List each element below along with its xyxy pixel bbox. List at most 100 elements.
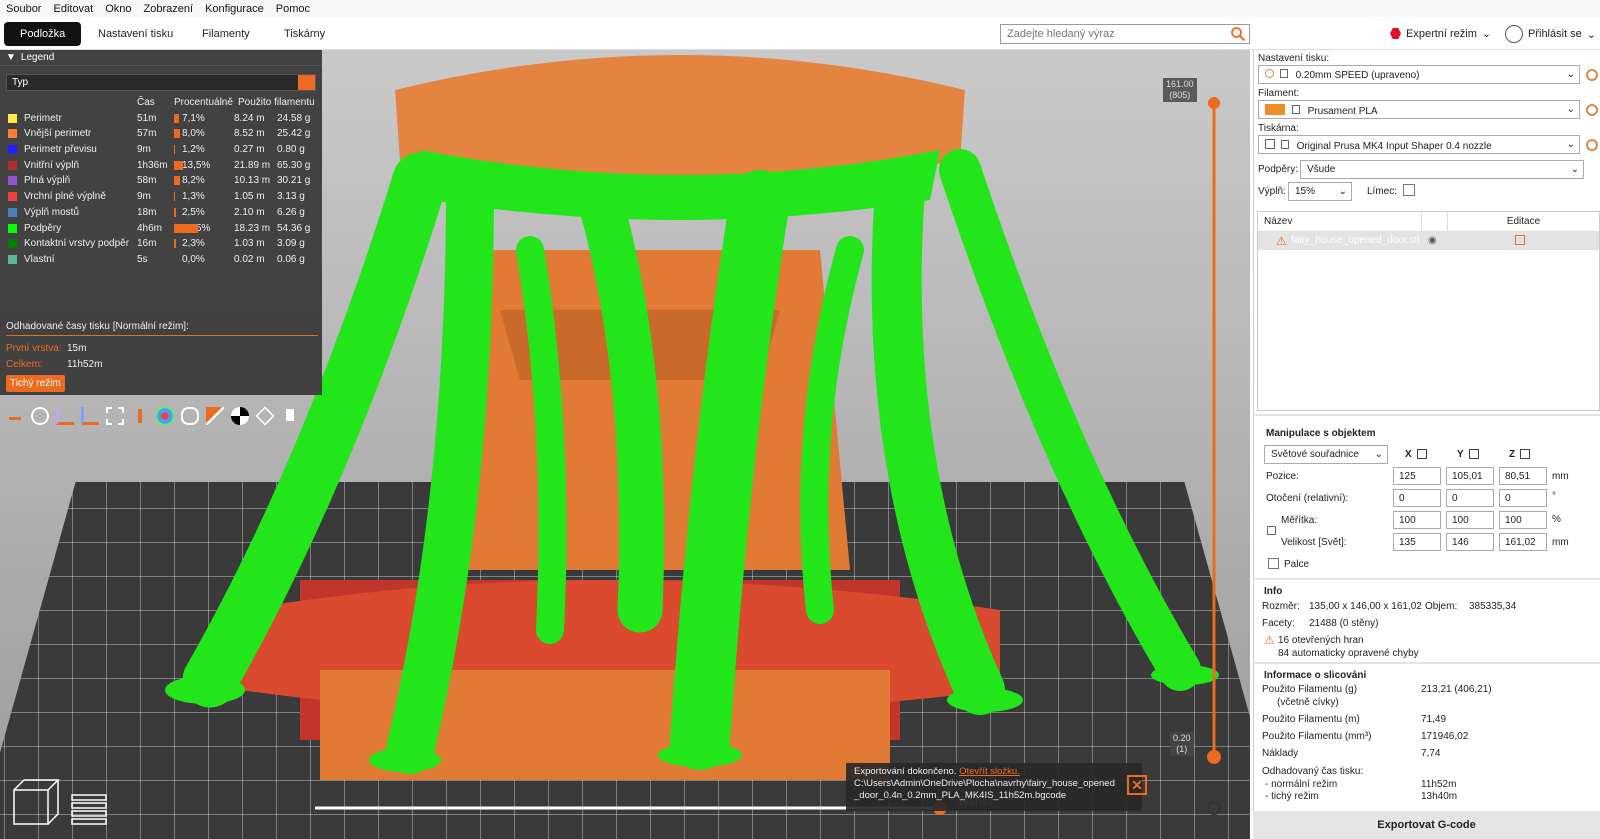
lock-scale-icon[interactable] — [1267, 526, 1276, 535]
drop-to-bed-y-icon[interactable] — [1469, 449, 1479, 459]
scale-x-input[interactable]: 100 — [1393, 511, 1441, 529]
menu-help[interactable]: Pomoc — [270, 3, 316, 15]
normal-mode-label: - normální režim — [1265, 779, 1338, 790]
legend-col-used: Použito filamentu — [238, 97, 315, 108]
filament-edit-icon[interactable] — [1586, 104, 1598, 116]
print-settings-edit-icon[interactable] — [1586, 69, 1598, 81]
legend-row[interactable]: Výplň mostů 18m 2,5% 2.10 m 6.26 g — [6, 205, 318, 221]
legend-row[interactable]: Vnitřní výplň 1h36m 13,5% 21.89 m 65.30 g — [6, 158, 318, 174]
brim-checkbox[interactable] — [1403, 184, 1415, 196]
rotation-y-input[interactable]: 0 — [1446, 489, 1494, 507]
size-y-input[interactable]: 146 — [1446, 533, 1494, 551]
legend-row[interactable]: Vlastní 5s 0,0% 0.02 m 0.06 g — [6, 252, 318, 268]
search-input[interactable] — [1000, 24, 1250, 44]
legend-row[interactable]: Podpěry4h6m34,5%18.23 m54.36 g — [6, 221, 318, 237]
bottom-slider-handle[interactable] — [1207, 750, 1221, 764]
legend-row[interactable]: Perimetr převisu 9m 1,2% 0.27 m 0.80 g — [6, 142, 318, 158]
infill-combo[interactable]: 15% ⌄ — [1288, 182, 1352, 201]
first-layer-value: 15m — [67, 343, 87, 354]
position-y-input[interactable]: 105,01 — [1446, 467, 1494, 485]
legend-select-value: Typ — [12, 77, 29, 88]
center-of-gravity-icon[interactable] — [231, 407, 249, 425]
printer-icon — [1265, 139, 1275, 149]
tool-changes-icon[interactable] — [131, 407, 149, 425]
tab-plater[interactable]: Podložka — [4, 22, 82, 46]
printer-edit-icon[interactable] — [1586, 139, 1598, 151]
menu-window[interactable]: Okno — [99, 3, 137, 15]
legend-header[interactable]: ▼ Legend — [0, 50, 322, 66]
legend-row[interactable]: Vrchní plné výplně 9m 1,3% 1.05 m 3.13 g — [6, 189, 318, 205]
menu-bar: Soubor Editovat Okno Zobrazení Konfigura… — [0, 0, 1600, 17]
dims-label: Rozměr: — [1262, 601, 1300, 612]
pause-prints-icon[interactable] — [181, 407, 199, 425]
retractions-icon[interactable] — [56, 407, 74, 425]
rotation-z-input[interactable]: 0 — [1499, 489, 1547, 507]
filament-combo[interactable]: Prusament PLA ⌄ — [1258, 100, 1580, 119]
menu-view[interactable]: Zobrazení — [138, 3, 200, 15]
custom-gcodes-icon[interactable] — [206, 407, 224, 425]
menu-config[interactable]: Konfigurace — [199, 3, 270, 15]
filament-color-swatch — [1265, 104, 1285, 115]
menu-edit[interactable]: Editovat — [47, 3, 99, 15]
drop-to-bed-x-icon[interactable] — [1417, 449, 1427, 459]
wipe-icon[interactable] — [31, 407, 49, 425]
visibility-eye-icon[interactable]: ◉ — [1428, 235, 1437, 246]
mode-selector[interactable]: Expertní režim ⌄ — [1390, 27, 1491, 40]
edit-settings-icon[interactable] — [1515, 235, 1525, 245]
top-slider-handle[interactable] — [1208, 97, 1220, 109]
coordinate-system-select[interactable]: Světové souřadnice ⌄ — [1264, 445, 1388, 464]
login-button[interactable]: Přihlásit se ⌄ — [1505, 25, 1596, 43]
slider-settings-icon[interactable] — [1207, 801, 1221, 815]
legend-color-swatch — [8, 176, 17, 186]
eject-close-icon[interactable]: ✕ — [1127, 775, 1147, 795]
supports-combo[interactable]: Všude ⌄ — [1300, 160, 1584, 179]
object-name: fairy_house_opened_door.stl — [1291, 235, 1420, 246]
legend-row[interactable]: Vnější perimetr 57m 8,0% 8.52 m 25.42 g — [6, 126, 318, 142]
seams-icon[interactable] — [106, 407, 124, 425]
legend-row[interactable]: Perimetr 51m 7,1% 8.24 m 24.58 g — [6, 111, 318, 127]
export-notification: Exportování dokončeno. Otevřít složku. C… — [846, 763, 1142, 811]
legend-grams: 0.80 g — [277, 144, 305, 156]
print-settings-combo[interactable]: 0.20mm SPEED (upraveno) ⌄ — [1258, 65, 1580, 84]
tool-marker-icon[interactable] — [281, 407, 299, 425]
object-row[interactable]: ⚠ fairy_house_opened_door.stl ◉ — [1258, 232, 1599, 250]
drop-to-bed-z-icon[interactable] — [1520, 449, 1530, 459]
tab-filaments[interactable]: Filamenty — [186, 22, 266, 46]
scale-z-input[interactable]: 100 — [1499, 511, 1547, 529]
size-x-input[interactable]: 135 — [1393, 533, 1441, 551]
warning-icon: ⚠ — [1264, 633, 1275, 647]
scale-y-input[interactable]: 100 — [1446, 511, 1494, 529]
shells-icon[interactable] — [255, 406, 275, 426]
legend-row[interactable]: Plná výplň 58m 8,2% 10.13 m 30.21 g — [6, 173, 318, 189]
object-list-col-name: Název — [1258, 212, 1422, 231]
color-changes-icon[interactable] — [156, 407, 174, 425]
rotation-x-input[interactable]: 0 — [1393, 489, 1441, 507]
menu-file[interactable]: Soubor — [0, 3, 47, 15]
legend-percent-bar — [174, 160, 184, 170]
tab-printers[interactable]: Tiskárny — [268, 22, 341, 46]
export-gcode-button[interactable]: Exportovat G-code — [1253, 811, 1600, 839]
filament-g-sublabel: (včetně cívky) — [1277, 697, 1339, 708]
open-folder-link[interactable]: Otevřít složku. — [959, 766, 1020, 777]
legend-feature-name: Plná výplň — [24, 175, 71, 187]
legend-row[interactable]: Kontaktní vrstvy podpěr 16m 2,3% 1.03 m 3.09… — [6, 236, 318, 252]
legend-grams: 3.13 g — [277, 191, 305, 203]
inches-checkbox[interactable] — [1268, 558, 1279, 569]
supports-label: Podpěry: — [1258, 164, 1299, 175]
deretractions-icon[interactable] — [81, 407, 99, 425]
legend-view-type-select[interactable]: Typ — [6, 74, 316, 91]
printer-combo[interactable]: Original Prusa MK4 Input Shaper 0.4 nozz… — [1258, 135, 1580, 154]
section-divider — [1253, 578, 1600, 580]
tab-print-settings[interactable]: Nastavení tisku — [82, 22, 189, 46]
position-x-input[interactable]: 125 — [1393, 467, 1441, 485]
object-list: Název Editace ⚠ fairy_house_opened_door.… — [1257, 211, 1600, 411]
size-z-input[interactable]: 161,02 — [1499, 533, 1547, 551]
legend-grams: 0.06 g — [277, 253, 305, 265]
travel-icon[interactable] — [6, 407, 24, 425]
position-z-input[interactable]: 80,51 — [1499, 467, 1547, 485]
quiet-mode-button[interactable]: Tichý režim — [6, 375, 65, 392]
search-icon[interactable] — [1230, 26, 1246, 42]
dims-value: 135,00 x 146,00 x 161,02 — [1309, 601, 1422, 612]
cube-view-icon-edge — [13, 779, 60, 825]
bottom-slider-layer: (1) — [1176, 744, 1188, 754]
